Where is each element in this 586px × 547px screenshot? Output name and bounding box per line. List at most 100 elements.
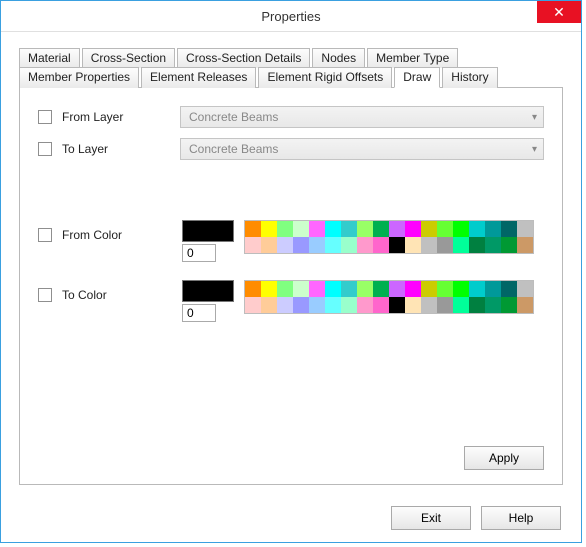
palette-cell[interactable] — [277, 281, 293, 297]
apply-button[interactable]: Apply — [464, 446, 544, 470]
palette-cell[interactable] — [261, 281, 277, 297]
content-area: Material Cross-Section Cross-Section Det… — [1, 32, 581, 485]
tab-history[interactable]: History — [442, 67, 497, 88]
palette-cell[interactable] — [245, 237, 261, 253]
palette-cell[interactable] — [453, 281, 469, 297]
palette-cell[interactable] — [245, 297, 261, 313]
palette-cell[interactable] — [373, 281, 389, 297]
palette-cell[interactable] — [245, 221, 261, 237]
palette-cell[interactable] — [261, 297, 277, 313]
palette-cell[interactable] — [405, 281, 421, 297]
palette-cell[interactable] — [309, 297, 325, 313]
palette-cell[interactable] — [357, 281, 373, 297]
palette-cell[interactable] — [421, 237, 437, 253]
from-color-current-swatch[interactable] — [182, 220, 234, 242]
from-layer-dropdown[interactable]: Concrete Beams ▾ — [180, 106, 544, 128]
palette-cell[interactable] — [341, 237, 357, 253]
from-color-index-input[interactable] — [182, 244, 216, 262]
palette-cell[interactable] — [373, 237, 389, 253]
palette-cell[interactable] — [309, 221, 325, 237]
palette-cell[interactable] — [357, 221, 373, 237]
help-button[interactable]: Help — [481, 506, 561, 530]
to-layer-dropdown[interactable]: Concrete Beams ▾ — [180, 138, 544, 160]
to-color-checkbox[interactable] — [38, 288, 52, 302]
palette-cell[interactable] — [501, 297, 517, 313]
palette-cell[interactable] — [277, 237, 293, 253]
palette-cell[interactable] — [501, 221, 517, 237]
palette-cell[interactable] — [437, 237, 453, 253]
palette-cell[interactable] — [469, 221, 485, 237]
tab-element-releases[interactable]: Element Releases — [141, 67, 256, 88]
palette-cell[interactable] — [469, 237, 485, 253]
to-color-index-input[interactable] — [182, 304, 216, 322]
palette-cell[interactable] — [389, 281, 405, 297]
tab-member-properties[interactable]: Member Properties — [19, 67, 139, 88]
palette-cell[interactable] — [341, 221, 357, 237]
to-color-current-swatch[interactable] — [182, 280, 234, 302]
palette-cell[interactable] — [405, 237, 421, 253]
from-layer-row: From Layer Concrete Beams ▾ — [38, 106, 544, 128]
palette-cell[interactable] — [469, 281, 485, 297]
palette-cell[interactable] — [485, 297, 501, 313]
palette-cell[interactable] — [517, 297, 533, 313]
palette-cell[interactable] — [437, 221, 453, 237]
tab-material[interactable]: Material — [19, 48, 80, 68]
palette-cell[interactable] — [261, 221, 277, 237]
palette-cell[interactable] — [293, 237, 309, 253]
palette-cell[interactable] — [501, 237, 517, 253]
palette-cell[interactable] — [277, 297, 293, 313]
palette-cell[interactable] — [293, 281, 309, 297]
palette-cell[interactable] — [453, 221, 469, 237]
palette-cell[interactable] — [325, 297, 341, 313]
palette-cell[interactable] — [357, 237, 373, 253]
palette-cell[interactable] — [325, 221, 341, 237]
palette-cell[interactable] — [389, 297, 405, 313]
tab-cross-section[interactable]: Cross-Section — [82, 48, 175, 68]
palette-cell[interactable] — [421, 281, 437, 297]
palette-cell[interactable] — [405, 221, 421, 237]
palette-cell[interactable] — [453, 297, 469, 313]
palette-cell[interactable] — [373, 297, 389, 313]
palette-cell[interactable] — [421, 297, 437, 313]
palette-cell[interactable] — [485, 281, 501, 297]
tab-draw[interactable]: Draw — [394, 67, 440, 88]
palette-cell[interactable] — [517, 237, 533, 253]
tab-nodes[interactable]: Nodes — [312, 48, 365, 68]
palette-cell[interactable] — [277, 221, 293, 237]
palette-cell[interactable] — [453, 237, 469, 253]
palette-cell[interactable] — [421, 221, 437, 237]
palette-cell[interactable] — [325, 237, 341, 253]
to-layer-checkbox[interactable] — [38, 142, 52, 156]
palette-cell[interactable] — [485, 221, 501, 237]
exit-button[interactable]: Exit — [391, 506, 471, 530]
tab-member-type[interactable]: Member Type — [367, 48, 458, 68]
from-layer-checkbox[interactable] — [38, 110, 52, 124]
palette-cell[interactable] — [517, 281, 533, 297]
from-color-checkbox[interactable] — [38, 228, 52, 242]
palette-cell[interactable] — [389, 237, 405, 253]
palette-cell[interactable] — [389, 221, 405, 237]
to-color-swatch-block — [182, 280, 234, 322]
palette-cell[interactable] — [469, 297, 485, 313]
tab-element-rigid-offsets[interactable]: Element Rigid Offsets — [258, 67, 392, 88]
tab-cross-section-details[interactable]: Cross-Section Details — [177, 48, 310, 68]
palette-cell[interactable] — [517, 221, 533, 237]
palette-cell[interactable] — [437, 297, 453, 313]
close-button[interactable]: ✕ — [537, 1, 581, 23]
palette-cell[interactable] — [293, 297, 309, 313]
footer-buttons: Exit Help — [391, 506, 561, 530]
palette-cell[interactable] — [485, 237, 501, 253]
palette-cell[interactable] — [325, 281, 341, 297]
palette-cell[interactable] — [245, 281, 261, 297]
palette-cell[interactable] — [309, 237, 325, 253]
palette-cell[interactable] — [341, 281, 357, 297]
palette-cell[interactable] — [357, 297, 373, 313]
palette-cell[interactable] — [261, 237, 277, 253]
palette-cell[interactable] — [373, 221, 389, 237]
palette-cell[interactable] — [437, 281, 453, 297]
palette-cell[interactable] — [501, 281, 517, 297]
palette-cell[interactable] — [341, 297, 357, 313]
palette-cell[interactable] — [293, 221, 309, 237]
palette-cell[interactable] — [309, 281, 325, 297]
palette-cell[interactable] — [405, 297, 421, 313]
